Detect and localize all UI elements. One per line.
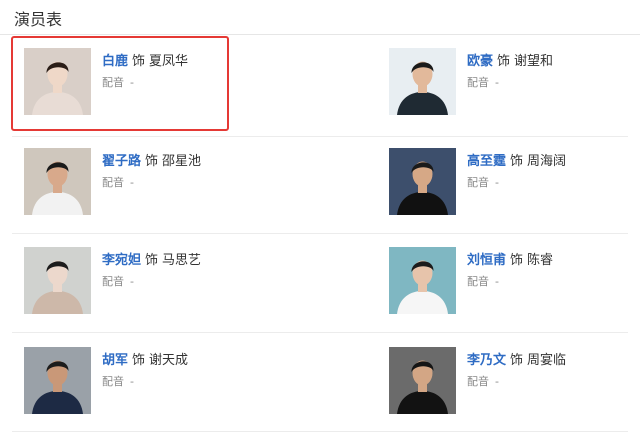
actor-photo[interactable] [389,347,456,414]
portrait-image [24,148,91,215]
voice-line: 配音 - [102,273,134,289]
voice-label: 配音 [102,76,124,89]
role-name: 陈睿 [527,253,554,268]
cast-name-line: 白鹿饰夏凤华 [102,50,188,69]
role-name: 谢望和 [514,54,554,69]
role-name: 马思艺 [162,253,202,268]
actor-name-link[interactable]: 刘恒甫 [467,253,506,268]
cast-card[interactable]: 白鹿饰夏凤华 配音 - [12,36,227,116]
actor-photo[interactable] [24,247,91,314]
actor-photo[interactable] [24,148,91,215]
cast-name-line: 李乃文饰周宴临 [467,349,566,368]
role-word: 饰 [497,54,511,69]
voice-value: - [130,176,134,189]
cast-name-line: 高至霆饰周海阔 [467,150,566,169]
cast-name-line: 胡军饰谢天成 [102,349,188,368]
actor-photo[interactable] [24,48,91,115]
role-word: 饰 [145,154,159,169]
actor-name-link[interactable]: 翟子路 [102,154,141,169]
cast-card[interactable]: 胡军饰谢天成 配音 - [12,335,227,415]
voice-label: 配音 [102,275,124,288]
voice-line: 配音 - [467,74,499,90]
cast-card[interactable]: 刘恒甫饰陈睿 配音 - [377,235,592,315]
portrait-image [389,48,456,115]
portrait-image [24,48,91,115]
actor-photo[interactable] [389,247,456,314]
voice-line: 配音 - [467,174,499,190]
voice-value: - [130,375,134,388]
row-divider [12,233,628,234]
actor-name-link[interactable]: 李宛妲 [102,253,141,268]
voice-value: - [495,275,499,288]
actor-name-link[interactable]: 胡军 [102,353,128,368]
role-name: 周宴临 [527,353,567,368]
voice-label: 配音 [102,176,124,189]
voice-line: 配音 - [102,174,134,190]
cast-title: 演员表 [14,10,63,29]
voice-label: 配音 [467,176,489,189]
voice-line: 配音 - [467,373,499,389]
cast-name-line: 李宛妲饰马思艺 [102,249,201,268]
voice-line: 配音 - [102,373,134,389]
cast-card[interactable]: 翟子路饰邵星池 配音 - [12,136,227,216]
cast-name-line: 刘恒甫饰陈睿 [467,249,553,268]
cast-card[interactable]: 李乃文饰周宴临 配音 - [377,335,592,415]
actor-photo[interactable] [24,347,91,414]
portrait-image [389,148,456,215]
role-name: 谢天成 [149,353,189,368]
cast-card[interactable]: 高至霆饰周海阔 配音 - [377,136,592,216]
actor-name-link[interactable]: 李乃文 [467,353,506,368]
role-name: 夏凤华 [149,54,189,69]
role-word: 饰 [132,54,146,69]
role-name: 邵星池 [162,154,202,169]
cast-name-line: 欧豪饰谢望和 [467,50,553,69]
voice-label: 配音 [467,76,489,89]
role-word: 饰 [510,253,524,268]
voice-label: 配音 [102,375,124,388]
voice-value: - [495,76,499,89]
voice-line: 配音 - [102,74,134,90]
portrait-image [24,347,91,414]
actor-name-link[interactable]: 白鹿 [102,54,128,69]
role-word: 饰 [145,253,159,268]
voice-value: - [130,76,134,89]
portrait-image [389,347,456,414]
voice-label: 配音 [467,275,489,288]
portrait-image [389,247,456,314]
cast-card[interactable]: 欧豪饰谢望和 配音 - [377,36,592,116]
role-name: 周海阔 [527,154,567,169]
cast-header: 演员表 [0,0,640,35]
actor-photo[interactable] [389,148,456,215]
portrait-image [24,247,91,314]
voice-value: - [495,375,499,388]
cast-name-line: 翟子路饰邵星池 [102,150,201,169]
voice-value: - [130,275,134,288]
actor-name-link[interactable]: 欧豪 [467,54,493,69]
voice-line: 配音 - [467,273,499,289]
cast-card[interactable]: 李宛妲饰马思艺 配音 - [12,235,227,315]
voice-value: - [495,176,499,189]
row-divider [12,332,628,333]
role-word: 饰 [510,353,524,368]
role-word: 饰 [132,353,146,368]
voice-label: 配音 [467,375,489,388]
actor-photo[interactable] [389,48,456,115]
row-divider [12,431,628,432]
role-word: 饰 [510,154,524,169]
actor-name-link[interactable]: 高至霆 [467,154,506,169]
